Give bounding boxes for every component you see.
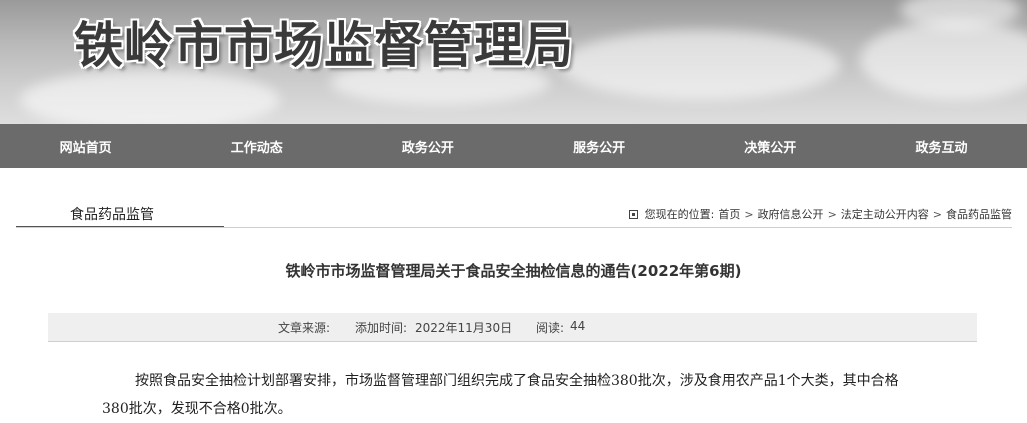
- date-label: 添加时间:: [355, 321, 408, 335]
- breadcrumb-current[interactable]: 食品药品监管: [946, 206, 1012, 222]
- section-title: 食品药品监管: [70, 207, 154, 223]
- breadcrumb-home[interactable]: 首页: [718, 206, 740, 222]
- main-nav: 网站首页 工作动态 政务公开 服务公开 决策公开 政务互动: [0, 124, 1027, 168]
- article-meta: 文章来源: 添加时间: 2022年11月30日 阅读: 44: [48, 313, 977, 342]
- nav-item-interaction[interactable]: 政务互动: [856, 124, 1027, 168]
- source-label: 文章来源:: [278, 321, 331, 335]
- nav-item-service[interactable]: 服务公开: [514, 124, 685, 168]
- section-divider: [16, 227, 1012, 228]
- banner-cloud: [860, 20, 1027, 100]
- location-icon: [628, 209, 638, 219]
- nav-item-decision[interactable]: 决策公开: [685, 124, 856, 168]
- nav-item-home[interactable]: 网站首页: [0, 124, 171, 168]
- section-tab: 食品药品监管: [16, 200, 224, 228]
- nav-item-work-news[interactable]: 工作动态: [171, 124, 342, 168]
- breadcrumb-public-content[interactable]: 法定主动公开内容: [841, 206, 929, 222]
- site-banner: 铁岭市市场监督管理局: [0, 0, 1027, 124]
- article-title: 铁岭市市场监督管理局关于食品安全抽检信息的通告(2022年第6期): [285, 262, 742, 280]
- breadcrumb-gov-info[interactable]: 政府信息公开: [758, 206, 824, 222]
- article-body: 按照食品安全抽检计划部署安排，市场监督管理部门组织完成了食品安全抽检380批次，…: [102, 373, 899, 417]
- breadcrumb-prefix: 您现在的位置:: [644, 208, 715, 221]
- breadcrumb-separator: >: [744, 207, 754, 221]
- nav-item-gov-affairs[interactable]: 政务公开: [342, 124, 513, 168]
- reads-count: 44: [570, 319, 586, 333]
- banner-cloud: [20, 70, 280, 124]
- breadcrumb: 您现在的位置: 首页 > 政府信息公开 > 法定主动公开内容 > 食品药品监管: [628, 206, 1012, 222]
- banner-cloud: [560, 30, 840, 100]
- date-value: 2022年11月30日: [415, 321, 513, 335]
- breadcrumb-separator: >: [827, 207, 837, 221]
- breadcrumb-separator: >: [932, 207, 942, 221]
- reads-label: 阅读:: [536, 321, 565, 335]
- site-title: 铁岭市市场监督管理局: [74, 17, 575, 74]
